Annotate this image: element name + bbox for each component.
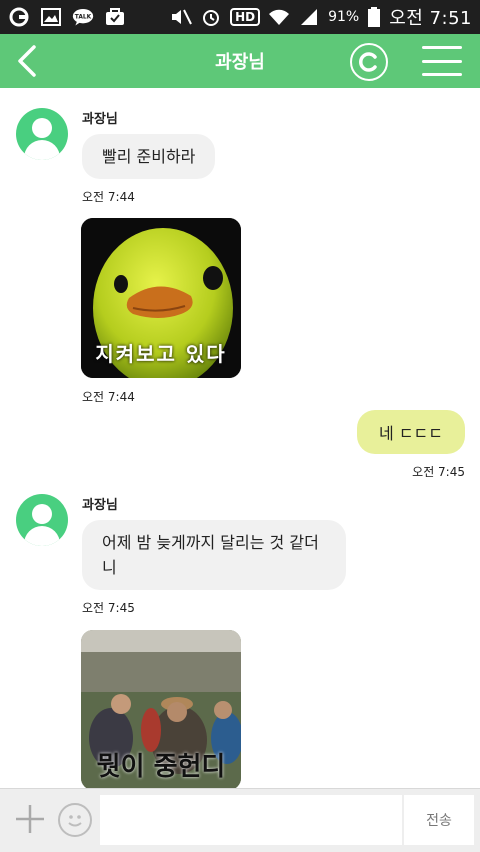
image-caption: 지켜보고 있다 [95, 342, 227, 366]
sender-name: 과장님 [82, 112, 118, 127]
message-time: 오전 7:44 [82, 190, 135, 204]
message-bubble-outgoing[interactable]: 네 ㄷㄷㄷ [357, 410, 465, 454]
hd-icon: HD [230, 8, 261, 26]
wifi-icon [268, 8, 290, 26]
menu-button[interactable] [422, 46, 462, 76]
svg-text:TALK: TALK [75, 15, 92, 21]
message-bubble[interactable]: 어제 밤 늦게까지 달리는 것 같더니 [82, 520, 346, 590]
message-time: 오전 7:45 [412, 465, 465, 479]
chat-title: 과장님 [215, 52, 265, 73]
avatar[interactable] [16, 494, 68, 546]
image-message[interactable]: 뭣이 중헌디 [81, 630, 241, 788]
alarm-icon [200, 8, 222, 26]
menu-line [422, 46, 462, 49]
battery-icon [367, 7, 381, 27]
c-logo-icon [359, 52, 377, 72]
attach-button[interactable] [14, 803, 46, 835]
talk-icon: TALK [72, 8, 94, 26]
status-bar: TALK HD 91% 오전 7:51 [0, 0, 480, 34]
message-bubble[interactable]: 빨리 준비하라 [82, 134, 216, 179]
avatar[interactable] [16, 108, 68, 160]
mute-icon [170, 8, 193, 26]
channel-button[interactable] [350, 43, 388, 81]
message-time: 오전 7:44 [82, 390, 135, 404]
send-button[interactable]: 전송 [404, 795, 474, 845]
smile-icon [68, 815, 82, 827]
battery-percent: 91% [328, 9, 360, 25]
message-time: 오전 7:45 [82, 601, 135, 615]
chat-area[interactable]: 과장님 빨리 준비하라 오전 7:44 지켜보고 있다 오전 7:44 네 ㄷㄷ… [0, 88, 480, 788]
clock: 오전 7:51 [389, 8, 472, 29]
input-bar: 전송 [0, 788, 480, 852]
image-caption: 뭣이 중헌디 [96, 752, 226, 782]
signal-icon [298, 8, 320, 26]
sender-name: 과장님 [82, 498, 118, 513]
plus-icon [16, 805, 44, 833]
briefcase-icon [104, 8, 126, 26]
message-input[interactable] [100, 795, 402, 845]
image-message[interactable]: 지켜보고 있다 [81, 218, 241, 378]
image-icon [40, 8, 62, 26]
emoji-button[interactable] [58, 803, 92, 837]
menu-line [422, 73, 462, 76]
app-icon [8, 7, 30, 27]
chat-header: 과장님 [0, 34, 480, 88]
menu-line [422, 59, 462, 63]
